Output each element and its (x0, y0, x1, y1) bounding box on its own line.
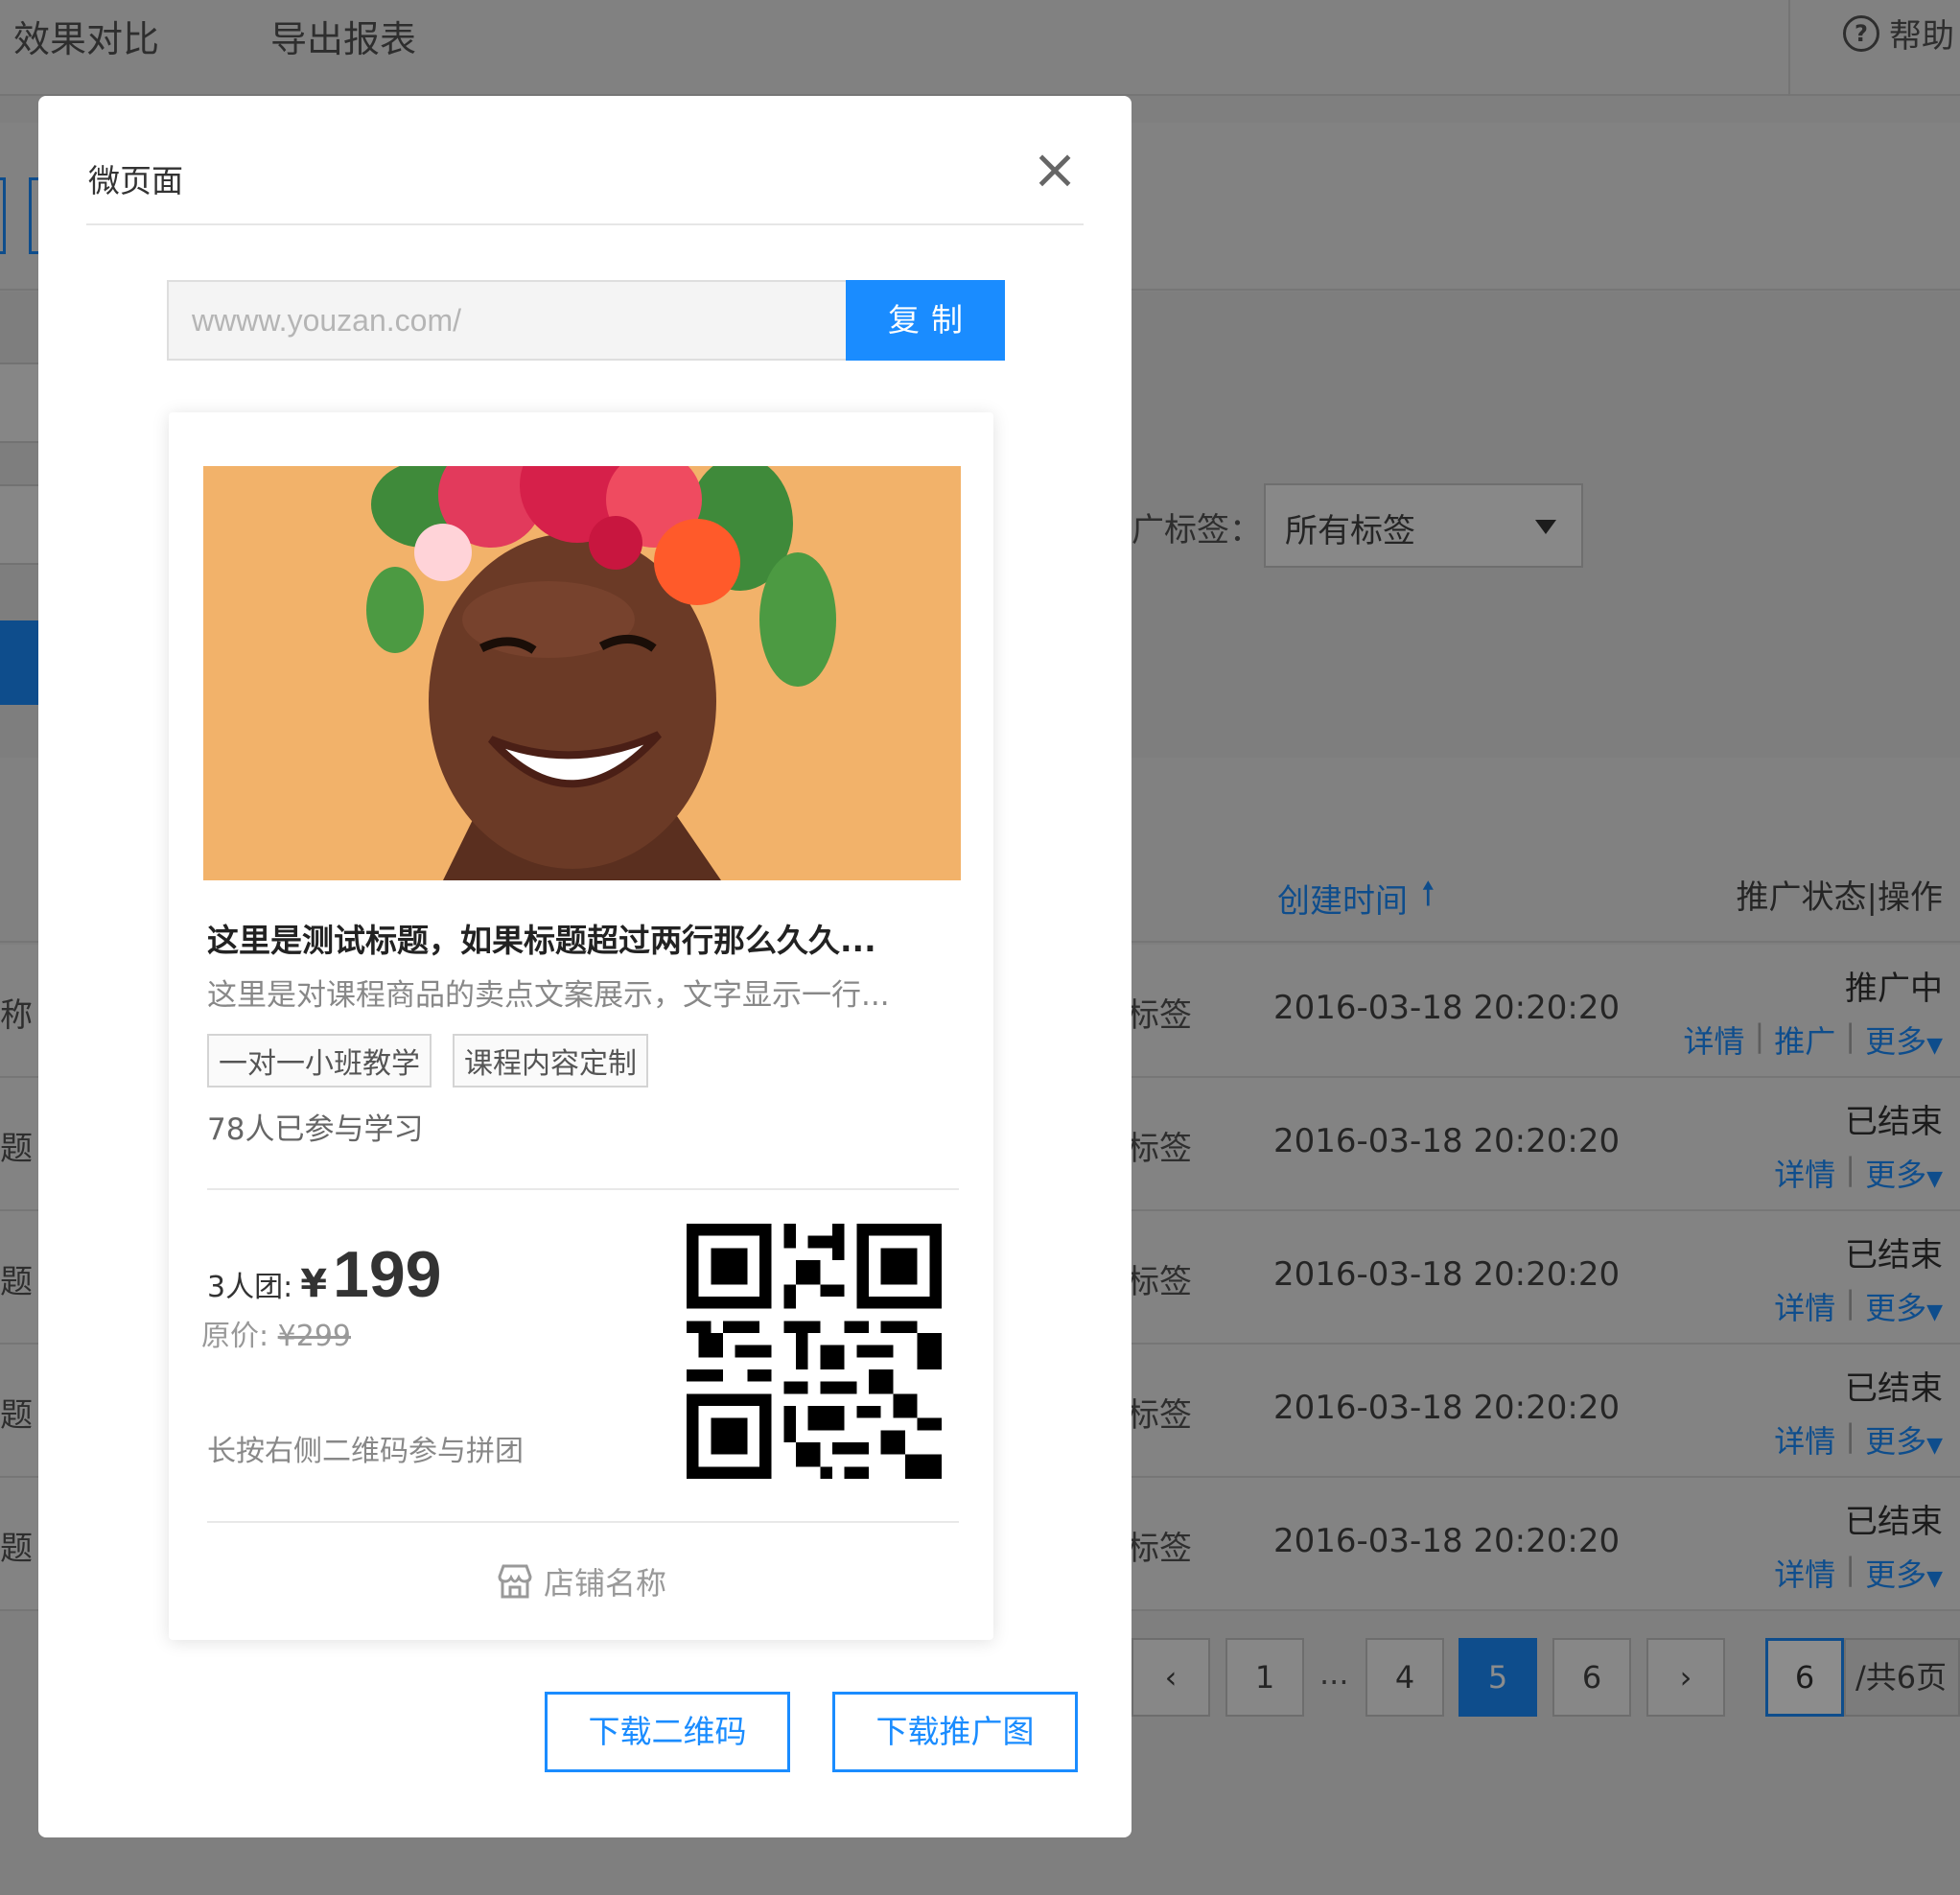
download-poster-button[interactable]: 下载推广图 (832, 1692, 1078, 1772)
card-tags: 一对一小班教学 课程内容定制 (207, 1034, 648, 1088)
card-divider (207, 1188, 959, 1190)
original-price-value: ¥299 (277, 1320, 352, 1353)
shop-name: 店铺名称 (169, 1559, 993, 1603)
shop-name-label: 店铺名称 (543, 1565, 666, 1602)
close-icon[interactable]: × (1026, 141, 1084, 199)
poster-card: 这里是测试标题，如果标题超过两行那么久久... 这里是对课程商品的卖点文案展示，… (169, 412, 993, 1640)
qr-code-icon (687, 1224, 942, 1479)
card-subtitle: 这里是对课程商品的卖点文案展示，文字显示一行... (207, 978, 890, 1013)
learner-count: 78人已参与学习 (207, 1112, 424, 1147)
original-price-label: 原价: (201, 1320, 278, 1353)
store-icon (498, 1564, 532, 1599)
modal-divider (86, 223, 1084, 225)
tag-chip: 课程内容定制 (453, 1034, 648, 1088)
original-price: 原价: ¥299 (201, 1312, 351, 1354)
price-amount: 199 (333, 1238, 442, 1311)
url-field[interactable]: wwww.youzan.com/ (167, 280, 846, 361)
micro-page-modal: 微页面 × wwww.youzan.com/ 复制 这里是测试标题，如果标题超过… (38, 96, 1132, 1837)
card-title: 这里是测试标题，如果标题超过两行那么久久... (207, 922, 876, 959)
download-qr-button[interactable]: 下载二维码 (545, 1692, 790, 1772)
currency-symbol: ¥ (300, 1262, 328, 1306)
product-photo (203, 466, 961, 880)
qr-hint: 长按右侧二维码参与拼团 (207, 1435, 524, 1468)
portrait-image (203, 466, 961, 880)
card-divider (207, 1521, 959, 1523)
copy-button[interactable]: 复制 (846, 280, 1005, 361)
group-label: 3人团: (207, 1271, 293, 1304)
modal-title: 微页面 (88, 162, 183, 199)
group-price: 3人团: ¥ 199 (207, 1237, 442, 1312)
tag-chip: 一对一小班教学 (207, 1034, 432, 1088)
